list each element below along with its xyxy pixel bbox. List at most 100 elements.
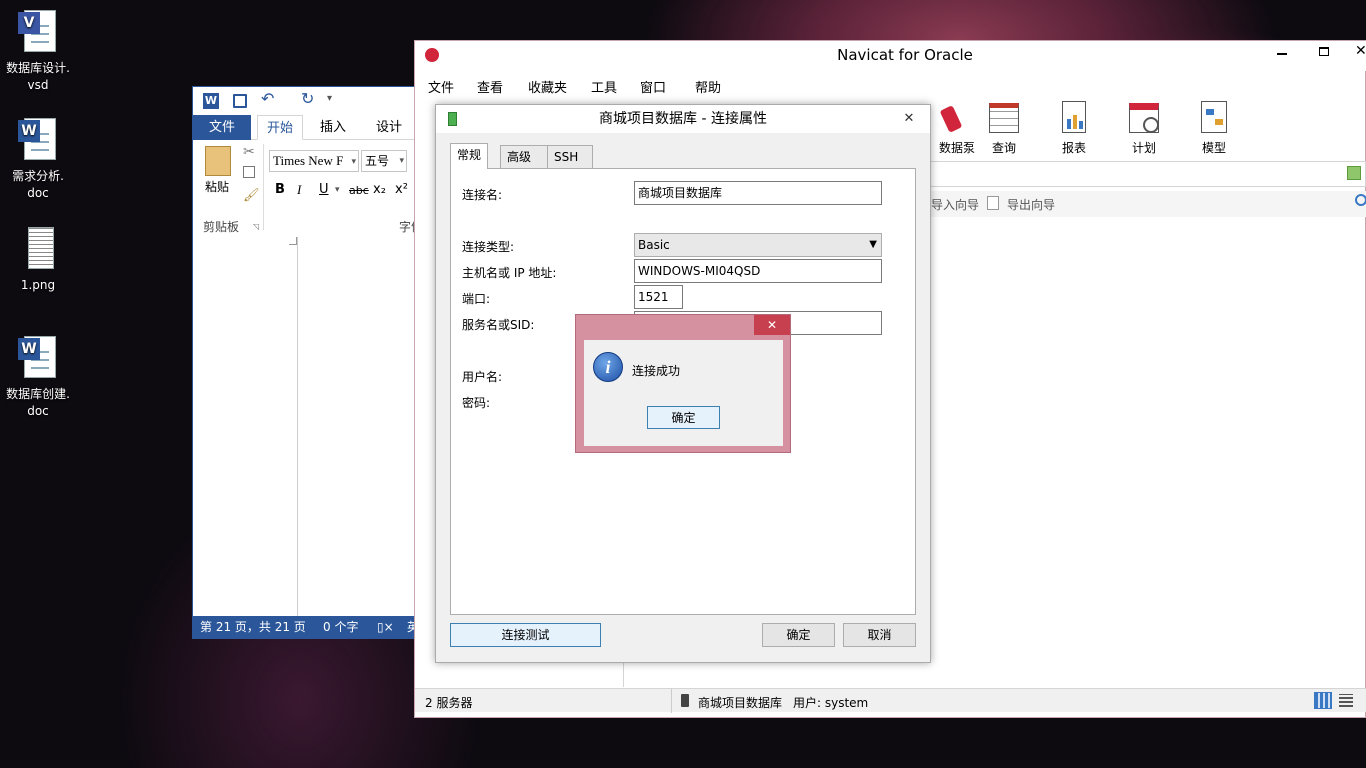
toolbar-label: 数据泵 [938,141,975,155]
desktop-icon-visio[interactable]: V 数据库设计. vsd [0,8,76,94]
object-toolbar: 导入向导 导出向导 [923,191,1366,217]
format-painter-icon[interactable]: 🖌 [243,188,260,203]
menu-tools[interactable]: 工具 [591,77,617,96]
close-button[interactable]: ✕ [894,109,924,129]
tab-design[interactable]: 设计 [369,115,409,140]
strikethrough-button[interactable]: abc [349,184,369,197]
font-name-select[interactable]: Times New F ▾ [269,150,359,172]
connection-tree-pane[interactable] [415,661,624,687]
search-icon[interactable] [1355,194,1366,206]
desktop-icon-label: 需求分析. doc [12,169,64,200]
subscript-button[interactable]: x₂ [373,182,386,197]
tab-ssh[interactable]: SSH [547,145,593,169]
conn-name-label: 连接名: [462,188,503,202]
toolbar-label: 报表 [1061,141,1086,155]
conn-type-label: 连接类型: [462,240,515,254]
close-button[interactable]: ✕ [754,315,790,335]
paste-icon[interactable] [205,146,231,176]
desktop-icon-db-create-doc[interactable]: W 数据库创建. doc [0,334,76,420]
message-body: i 连接成功 确定 [584,340,783,446]
toolbar-schedule[interactable]: 计划 [1114,101,1174,156]
dialog-titlebar: 商城项目数据库 - 连接属性 ✕ [436,105,930,133]
copy-icon[interactable] [243,166,255,178]
ribbon-home: 粘贴 ✂ 🖌 剪贴板 ◹ Times New F ▾ 五号 ▾ B I U ▾ ab… [193,140,423,238]
query-icon [987,101,1021,135]
chevron-down-icon: ▾ [351,156,356,166]
word-count[interactable]: 0 个字 [323,616,358,638]
chevron-down-icon[interactable]: ▾ [335,185,340,195]
font-size-select[interactable]: 五号 ▾ [361,150,407,172]
save-icon[interactable] [233,94,247,108]
menu-view[interactable]: 查看 [477,77,503,96]
toolbar-query[interactable]: 查询 [974,101,1034,156]
password-label: 密码: [462,396,491,410]
tab-file[interactable]: 文件 [193,115,251,140]
connection-test-button[interactable]: 连接测试 [450,623,601,647]
word-window: W ↶ ↻ ▾ 文件 开始 插入 设计 粘贴 ✂ 🖌 剪贴板 ◹ Times N… [192,86,423,639]
font-size-value: 五号 [365,154,390,168]
menu-window[interactable]: 窗口 [640,77,666,96]
word-app-icon: W [203,93,219,109]
username-label: 用户名: [462,370,503,384]
maximize-icon[interactable] [1319,47,1329,56]
margin-mark [289,237,297,245]
menu-favorites[interactable]: 收藏夹 [528,77,567,96]
desktop-icon-png[interactable]: 1.png [0,225,76,294]
dialog-launcher-icon[interactable]: ◹ [253,222,259,231]
server-count: 2 服务器 [425,696,473,710]
message-text: 连接成功 [632,364,681,378]
cut-icon[interactable]: ✂ [243,144,255,160]
navicat-menubar: 文件 查看 收藏夹 工具 窗口 帮助 [415,73,1366,97]
clipboard-group-label: 剪贴板 [203,220,240,234]
cancel-button[interactable]: 取消 [843,623,916,647]
undo-icon[interactable]: ↶ [261,89,274,108]
proofing-icon[interactable]: ▯× [377,616,394,638]
bold-button[interactable]: B [275,182,285,197]
word-file-icon: W [16,116,60,164]
font-name-value: Times New F [273,153,344,168]
window-title: Navicat for Oracle [837,46,973,64]
toolbar-model[interactable]: 模型 [1184,101,1244,156]
grid-view-icon[interactable] [1314,692,1332,709]
desktop-icon-requirements-doc[interactable]: W 需求分析. doc [0,116,76,202]
info-icon: i [593,352,623,382]
list-view-icon[interactable] [1339,694,1353,707]
data-pump-icon [928,101,963,135]
toolbar-report[interactable]: 报表 [1044,101,1104,156]
object-filter-bar [923,161,1366,187]
host-input[interactable]: WINDOWS-MI04QSD [634,259,882,283]
export-wizard-icon [987,196,999,210]
tab-general[interactable]: 常规 [450,143,489,169]
customize-qat-icon[interactable]: ▾ [327,93,332,104]
ok-button[interactable]: 确定 [762,623,835,647]
underline-button[interactable]: U [319,182,329,197]
export-wizard-button[interactable]: 导出向导 [1007,196,1055,213]
conn-name-input[interactable]: 商城项目数据库 [634,181,882,205]
navicat-titlebar: Navicat for Oracle ✕ [415,41,1366,71]
italic-button[interactable]: I [297,182,301,198]
document-area[interactable] [193,237,423,617]
tab-advanced[interactable]: 高级 [500,145,548,169]
redo-icon[interactable]: ↻ [301,89,314,108]
desktop-icon-label: 数据库创建. doc [6,387,70,418]
paste-button[interactable]: 粘贴 [205,178,229,195]
tab-home[interactable]: 开始 [257,115,303,140]
page-count[interactable]: 第 21 页，共 21 页 [200,616,306,638]
message-ok-button[interactable]: 确定 [647,406,720,429]
word-status-bar: 第 21 页，共 21 页 0 个字 ▯× 英 [193,616,423,638]
menu-help[interactable]: 帮助 [695,77,721,96]
current-connection: 商城项目数据库 [698,696,783,710]
port-input[interactable]: 1521 [634,285,683,309]
close-icon[interactable]: ✕ [1355,43,1366,59]
connection-icon [448,112,457,126]
current-user: 用户: system [793,696,869,710]
menu-file[interactable]: 文件 [428,77,454,96]
tab-insert[interactable]: 插入 [313,115,353,140]
dialog-title: 商城项目数据库 - 连接属性 [599,111,767,127]
minimize-icon[interactable] [1277,53,1287,55]
toolbar-label: 模型 [1201,141,1226,155]
filter-icon[interactable] [1347,166,1361,180]
superscript-button[interactable]: x² [395,182,408,197]
import-wizard-button[interactable]: 导入向导 [931,196,979,213]
conn-type-select[interactable]: Basic ▼ [634,233,882,257]
